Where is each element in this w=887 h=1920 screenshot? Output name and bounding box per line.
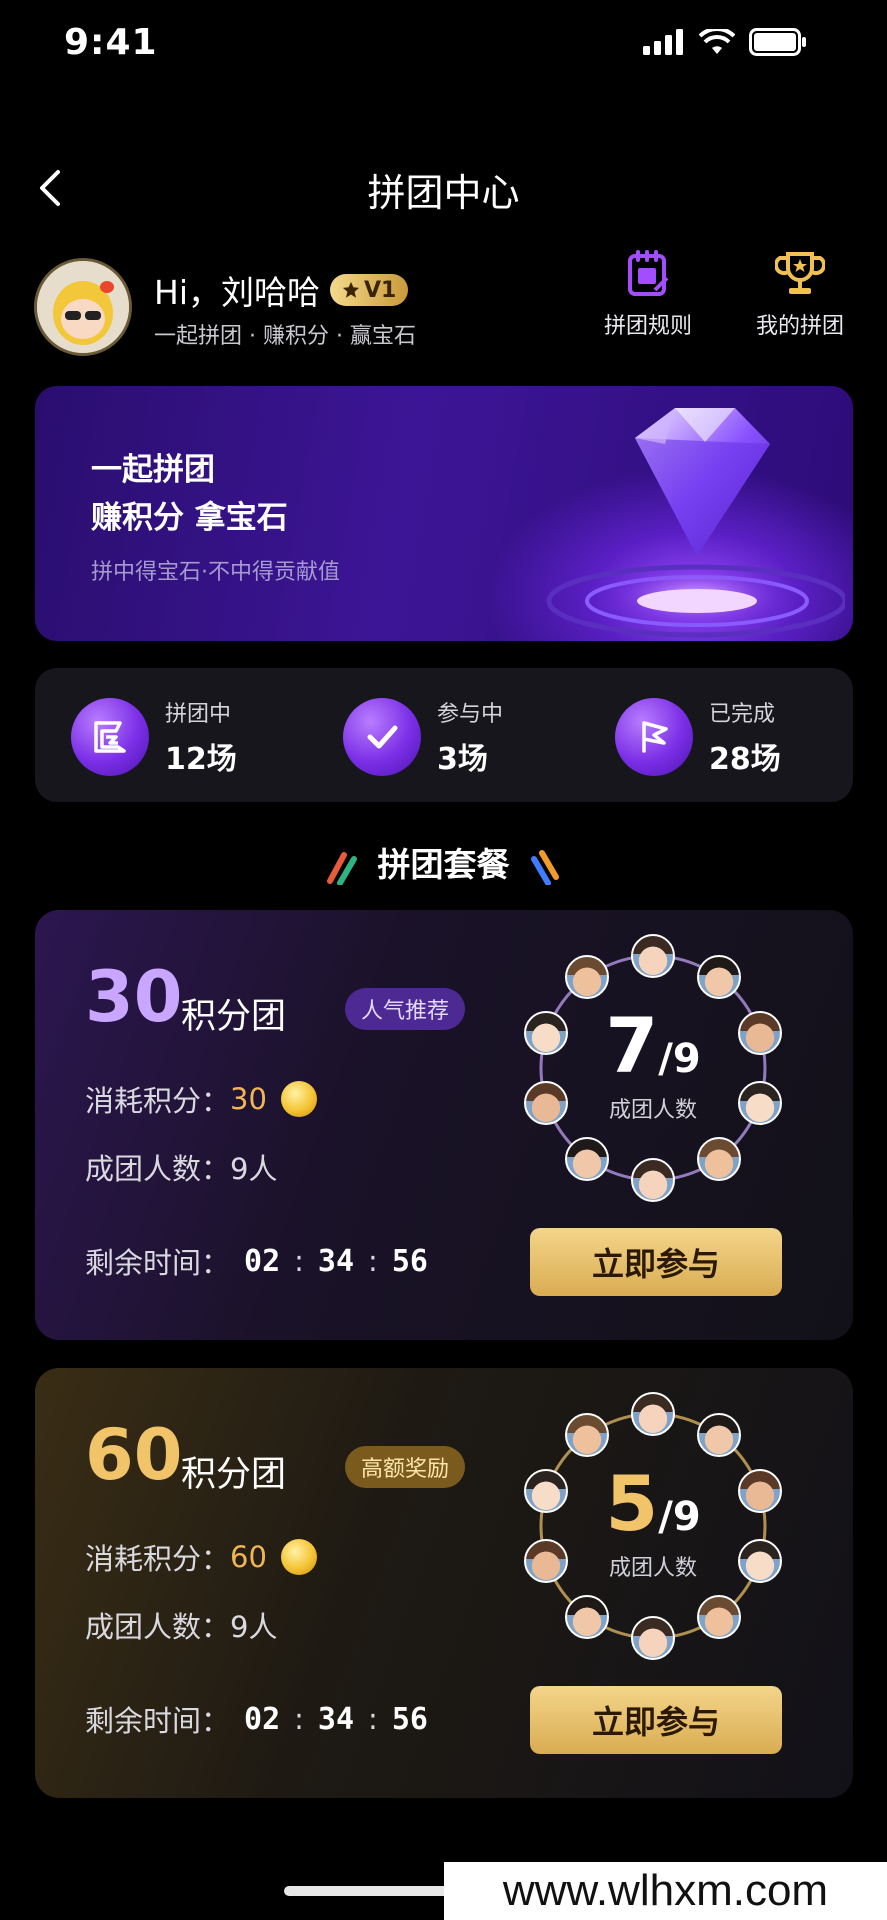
page-title: 拼团中心 [367, 171, 520, 215]
cost-row: 消耗积分： 60 [85, 1536, 317, 1578]
wifi-icon [699, 29, 735, 54]
members-row: 成团人数： 9人 [85, 1604, 277, 1646]
timer-label: 剩余时间： [85, 1704, 231, 1738]
section-title: 拼团套餐 [0, 838, 887, 886]
ring-label: 成团人数 [608, 1556, 697, 1581]
timer-seconds: 56 [391, 1243, 428, 1279]
status-icons [643, 28, 807, 56]
check-icon [343, 698, 421, 776]
ring-total: /9 [658, 1494, 701, 1540]
stat-value: 12场 [165, 742, 237, 777]
stat-label: 拼团中 [165, 702, 232, 727]
package-card-60: 60 积分团 高额奖励 消耗积分： 60 成团人数： 9人 剩余时间： 02: 34… [35, 1368, 853, 1798]
rules-document-icon [628, 250, 669, 296]
ring-total: /9 [658, 1036, 701, 1082]
section-title-text: 拼团套餐 [377, 845, 510, 884]
flag-icon [615, 698, 693, 776]
promo-banner[interactable]: 一起拼团 赚积分 拿宝石 拼中得宝石·不中得贡献值 [35, 386, 853, 641]
member-avatar [696, 1136, 741, 1181]
status-time: 9:41 [64, 22, 158, 63]
package-name: 积分团 [181, 1455, 287, 1495]
join-button[interactable]: 立即参与 [530, 1686, 782, 1754]
banner-subtitle: 拼中得宝石·不中得贡献值 [91, 560, 340, 585]
timer-row: 剩余时间： 02: 34: 56 [85, 1240, 428, 1282]
group-icon [71, 698, 149, 776]
member-avatar [631, 1616, 675, 1660]
battery-icon [749, 28, 806, 56]
vip-badge: V1 [329, 274, 409, 306]
package-tag: 人气推荐 [345, 988, 466, 1030]
join-button[interactable]: 立即参与 [530, 1228, 782, 1296]
package-points: 30 [85, 956, 183, 1038]
stat-label: 参与中 [437, 702, 504, 727]
package-card-30: 30 积分团 人气推荐 消耗积分： 30 成团人数： 9人 剩余时间： 02: 34… [35, 910, 853, 1340]
my-groups-label: 我的拼团 [756, 314, 845, 339]
timer-hours: 02 [244, 1243, 281, 1279]
avatar[interactable] [34, 258, 132, 356]
my-groups-link[interactable]: 我的拼团 [756, 250, 844, 340]
timer-seconds: 56 [391, 1701, 428, 1737]
member-avatar [696, 955, 741, 1000]
diamond-illustration [546, 408, 845, 638]
member-avatar [696, 1594, 741, 1639]
package-points: 60 [85, 1414, 183, 1496]
ring-count: 5/9 [513, 1466, 793, 1542]
ring-joined: 7 [605, 1001, 659, 1090]
members-value: 9人 [230, 1610, 278, 1644]
watermark: www.wlhxm.com [444, 1862, 887, 1920]
cost-label: 消耗积分： [85, 1542, 231, 1576]
cost-value: 30 [230, 1082, 267, 1116]
member-avatar [631, 934, 675, 978]
stat-in-progress[interactable]: 拼团中 12场 [71, 696, 237, 778]
members-label: 成团人数： [85, 1610, 231, 1644]
members-label: 成团人数： [85, 1152, 231, 1186]
ring-count: 7/9 [513, 1008, 793, 1084]
timer-row: 剩余时间： 02: 34: 56 [85, 1698, 428, 1740]
cost-label: 消耗积分： [85, 1084, 231, 1118]
package-name: 积分团 [181, 997, 287, 1037]
timer-hours: 02 [244, 1701, 281, 1737]
stat-participating[interactable]: 参与中 3场 [343, 696, 503, 778]
rules-link[interactable]: 拼团规则 [604, 250, 692, 340]
ring-joined: 5 [605, 1459, 659, 1548]
star-icon [342, 281, 360, 298]
stat-label: 已完成 [709, 702, 776, 727]
stats-panel: 拼团中 12场 参与中 3场 已完成 28场 [35, 668, 853, 802]
greeting: Hi，刘哈哈 V1 [154, 266, 409, 314]
avatar-illustration [37, 261, 129, 353]
members-value: 9人 [230, 1152, 278, 1186]
cost-row: 消耗积分： 30 [85, 1078, 317, 1120]
profile-slogan: 一起拼团 · 赚积分 · 赢宝石 [154, 324, 416, 349]
stat-value: 3场 [437, 742, 488, 777]
left-ornament-icon [326, 851, 357, 886]
signal-icon [643, 29, 683, 55]
rules-label: 拼团规则 [604, 314, 693, 339]
banner-headline-1: 一起拼团 [91, 452, 215, 488]
timer-minutes: 34 [317, 1243, 355, 1279]
stat-value: 28场 [709, 742, 781, 777]
package-tag: 高额奖励 [345, 1446, 466, 1488]
greeting-text: Hi，刘哈哈 [154, 273, 320, 312]
cost-value: 60 [230, 1540, 267, 1574]
timer-minutes: 34 [317, 1701, 355, 1737]
member-avatar [565, 1594, 610, 1639]
vip-level: V1 [363, 277, 397, 303]
member-avatar [565, 1136, 610, 1181]
members-row: 成团人数： 9人 [85, 1146, 277, 1188]
right-ornament-icon [530, 849, 559, 886]
timer-label: 剩余时间： [85, 1246, 231, 1280]
banner-headline-2: 赚积分 拿宝石 [91, 500, 288, 536]
coin-icon [280, 1081, 317, 1117]
member-avatar [696, 1413, 741, 1458]
member-avatar [631, 1392, 675, 1436]
stat-completed[interactable]: 已完成 28场 [615, 696, 781, 778]
trophy-icon [775, 252, 825, 294]
member-avatar [631, 1158, 675, 1202]
coin-icon [280, 1539, 317, 1575]
ring-label: 成团人数 [608, 1098, 697, 1123]
